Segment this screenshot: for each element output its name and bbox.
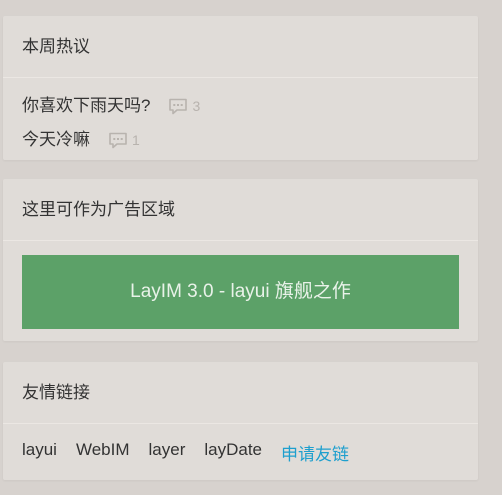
friend-links-title: 友情链接 <box>3 362 478 424</box>
comment-count: 1 <box>108 125 140 155</box>
apply-link-button[interactable]: 申请友链 <box>281 440 349 465</box>
hot-topics-title: 本周热议 <box>3 16 478 78</box>
list-item[interactable]: 你喜欢下雨天吗? 3 <box>22 89 478 123</box>
comment-count-value: 3 <box>192 98 201 114</box>
friend-links-panel: 友情链接 layui WebIM layer layDate 申请友链 <box>3 362 478 480</box>
link-layer[interactable]: layer <box>149 440 186 465</box>
hot-topics-list: 你喜欢下雨天吗? 3 今天冷嘛 1 <box>3 78 478 157</box>
topic-link[interactable]: 今天冷嘛 <box>22 125 90 155</box>
ad-banner[interactable]: LayIM 3.0 - layui 旗舰之作 <box>22 255 459 329</box>
link-webim[interactable]: WebIM <box>76 440 130 465</box>
topic-link[interactable]: 你喜欢下雨天吗? <box>22 91 150 121</box>
comment-count-value: 1 <box>132 132 140 148</box>
link-laydate[interactable]: layDate <box>204 440 262 465</box>
ad-panel-title: 这里可作为广告区域 <box>3 179 478 241</box>
link-layui[interactable]: layui <box>22 440 57 465</box>
comment-icon <box>109 132 127 148</box>
list-item[interactable]: 今天冷嘛 1 <box>22 123 478 157</box>
ad-panel: 这里可作为广告区域 LayIM 3.0 - layui 旗舰之作 <box>3 179 478 341</box>
comment-icon <box>169 98 188 114</box>
comment-count: 3 <box>168 91 200 121</box>
friend-links-list: layui WebIM layer layDate 申请友链 <box>3 424 478 465</box>
hot-topics-panel: 本周热议 你喜欢下雨天吗? 3 今天冷嘛 1 <box>3 16 478 160</box>
